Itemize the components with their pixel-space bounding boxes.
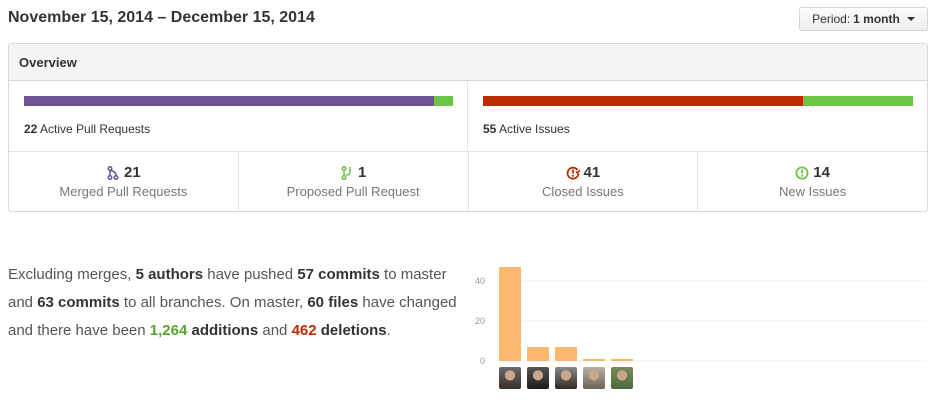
author-commit-bar[interactable] <box>583 359 605 361</box>
additions-word: additions <box>187 322 259 339</box>
issue-closed-icon <box>566 166 580 180</box>
authors-count: 5 authors <box>135 266 204 283</box>
stat-proposed-pull-request[interactable]: 1 Proposed Pull Request <box>239 152 469 212</box>
active-issues-section[interactable]: 55 Active Issues <box>468 81 927 151</box>
merged-segment <box>24 96 434 106</box>
author-avatar[interactable] <box>611 367 633 389</box>
proposed-count: 1 <box>357 164 367 181</box>
closed-count: 41 <box>583 164 601 181</box>
author-commit-bar[interactable] <box>527 347 549 361</box>
author-commit-bar[interactable] <box>499 267 521 361</box>
closed-segment <box>483 96 804 106</box>
y-tick-label: 20 <box>475 316 485 326</box>
new-label: New Issues <box>779 184 847 199</box>
active-pull-requests-label: 22 Active Pull Requests <box>24 122 150 136</box>
active-issues-text: Active Issues <box>499 122 570 136</box>
merged-label: Merged Pull Requests <box>59 184 188 199</box>
author-avatar[interactable] <box>583 367 605 389</box>
merged-count: 21 <box>124 164 141 181</box>
author-commit-bar[interactable] <box>555 347 577 361</box>
overview-panel: Overview 22 Active Pull Requests 55 Acti… <box>8 43 928 212</box>
proposed-label: Proposed Pull Request <box>286 184 420 199</box>
active-pull-requests-text: Active Pull Requests <box>40 122 151 136</box>
all-commits-count: 63 commits <box>37 294 120 311</box>
period-value: 1 month <box>853 12 900 26</box>
proposed-segment <box>433 96 453 106</box>
active-issues-count: 55 <box>483 122 497 136</box>
stat-new-issues[interactable]: 14 New Issues <box>698 152 927 212</box>
summary-text: . <box>386 322 391 339</box>
pull-requests-progress-bar <box>24 96 453 106</box>
author-avatar[interactable] <box>499 367 521 389</box>
summary-text: and <box>258 322 292 339</box>
author-avatar[interactable] <box>527 367 549 389</box>
pull-request-icon <box>340 165 354 180</box>
issues-progress-bar <box>483 96 913 106</box>
deletions-word: deletions <box>320 322 387 339</box>
summary-text: have pushed <box>203 266 298 283</box>
new-count: 14 <box>813 164 830 181</box>
summary-text: Excluding merges, <box>8 266 136 283</box>
new-segment <box>803 96 913 106</box>
issue-opened-icon <box>795 166 809 180</box>
active-issues-label: 55 Active Issues <box>483 122 570 136</box>
commit-summary: Excluding merges, 5 authors have pushed … <box>8 261 458 345</box>
files-count: 60 files <box>307 294 359 311</box>
closed-label: Closed Issues <box>542 184 624 199</box>
date-range-title: November 15, 2014 – December 15, 2014 <box>8 9 315 26</box>
active-pull-requests-section[interactable]: 22 Active Pull Requests <box>9 81 468 151</box>
y-tick-label: 0 <box>480 356 485 366</box>
stat-merged-pull-requests[interactable]: 21 Merged Pull Requests <box>9 152 239 212</box>
summary-text: to all branches. On master, <box>119 294 308 311</box>
stats-row: 21 Merged Pull Requests 1 Proposed Pull … <box>9 151 927 212</box>
active-pull-requests-count: 22 <box>24 122 38 136</box>
author-avatar[interactable] <box>555 367 577 389</box>
additions-count: 1,264 <box>149 322 188 339</box>
master-commits-count: 57 commits <box>297 266 380 283</box>
contributors-chart: 0 20 40 <box>470 250 930 400</box>
period-select-button[interactable]: Period: 1 month <box>799 7 928 31</box>
caret-down-icon <box>906 17 915 21</box>
merge-icon <box>106 165 120 180</box>
y-tick-label: 40 <box>475 276 485 286</box>
author-commit-bar[interactable] <box>611 359 633 361</box>
deletions-count: 462 <box>291 322 317 339</box>
period-label: Period: <box>812 12 851 26</box>
overview-title: Overview <box>9 44 927 81</box>
stat-closed-issues[interactable]: 41 Closed Issues <box>469 152 699 212</box>
